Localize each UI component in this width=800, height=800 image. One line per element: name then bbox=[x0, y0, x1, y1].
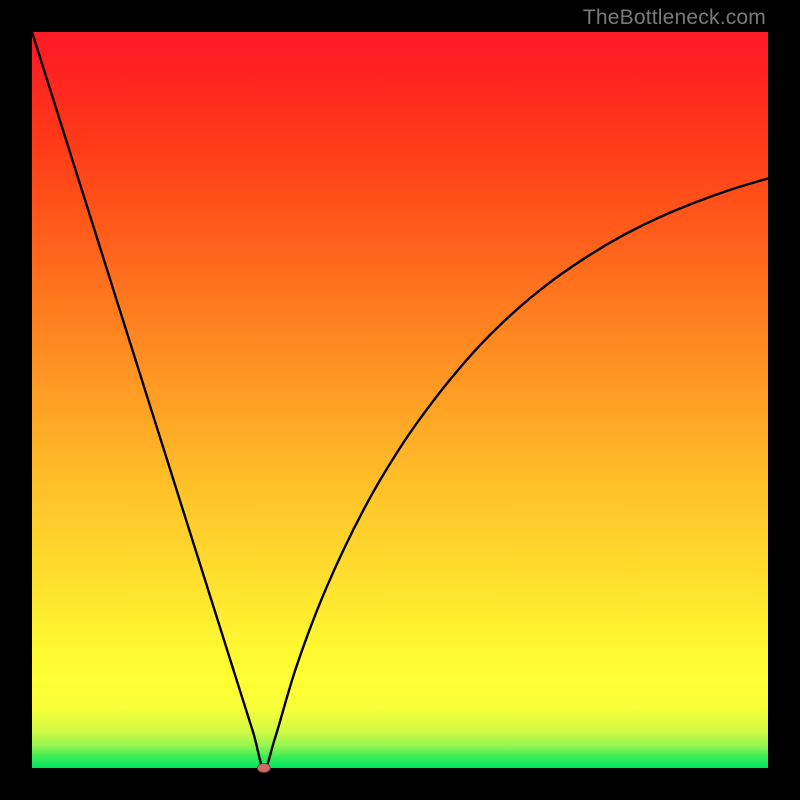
plot-area bbox=[32, 32, 768, 768]
watermark-text: TheBottleneck.com bbox=[583, 6, 766, 30]
curve-svg bbox=[32, 32, 768, 768]
chart-frame: TheBottleneck.com bbox=[0, 0, 800, 800]
bottleneck-curve bbox=[32, 32, 768, 768]
minimum-marker bbox=[257, 764, 270, 773]
